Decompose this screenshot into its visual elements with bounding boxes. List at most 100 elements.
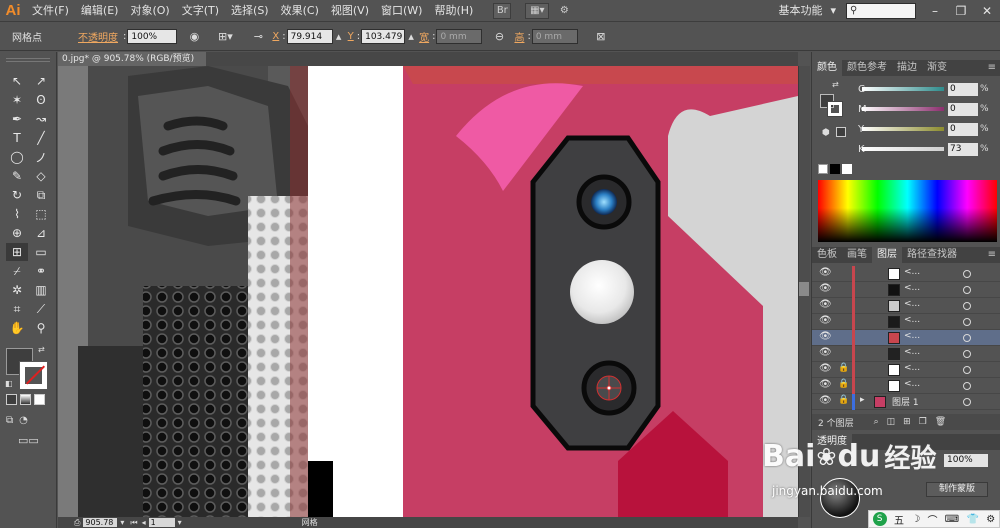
target-icon[interactable] [963, 270, 971, 278]
ime-keyboard-icon[interactable]: ⌨ [945, 514, 959, 525]
arrange-documents-icon[interactable]: ▦▾ [525, 2, 550, 19]
tab-color-guide[interactable]: 颜色参考 [842, 60, 892, 76]
menu-effect[interactable]: 效果(C) [275, 0, 325, 22]
recolor-icon[interactable]: ◉ [185, 28, 203, 46]
layer-name[interactable]: <... [904, 331, 920, 341]
artboard-canvas[interactable] [58, 66, 798, 517]
layer-name[interactable]: <... [904, 299, 920, 309]
target-icon[interactable] [963, 382, 971, 390]
pencil-tool-icon[interactable]: ✎ [6, 167, 28, 185]
ime-logo-icon[interactable]: S [872, 512, 887, 526]
tab-stroke[interactable]: 描边 [892, 60, 922, 76]
shape-builder-tool-icon[interactable]: ⊕ [6, 224, 28, 242]
gradient-mode-icon[interactable] [20, 394, 31, 405]
ime-settings-icon[interactable]: ⚙ [986, 514, 995, 525]
color-mode-icon[interactable] [6, 394, 17, 405]
layer-row[interactable]: 👁 <... [812, 298, 1000, 314]
layer-name[interactable]: <... [904, 379, 920, 389]
page-chevron-icon[interactable]: ▾ [178, 518, 182, 527]
target-icon[interactable] [963, 318, 971, 326]
black-input[interactable]: 73 [948, 142, 978, 156]
zoom-chevron-icon[interactable]: ▾ [120, 518, 124, 527]
warp-tool-icon[interactable]: ⌇ [6, 205, 28, 223]
magenta-input[interactable]: 0 [948, 102, 978, 116]
opacity-input[interactable]: 100% [127, 29, 178, 44]
menu-window[interactable]: 窗口(W) [375, 0, 428, 22]
layer-group-row[interactable]: 👁 🔒 ▸ 图层 1 [812, 394, 1000, 410]
tab-swatches[interactable]: 色板 [812, 247, 842, 263]
layer-row[interactable]: 👁 🔒 <... [812, 378, 1000, 394]
artboard-tool-icon[interactable]: ⌗ [6, 300, 28, 318]
x-label[interactable]: X [270, 31, 281, 42]
locate-object-icon[interactable]: ⌕ [874, 417, 879, 427]
tab-gradient[interactable]: 渐变 [922, 60, 952, 76]
layer-name[interactable]: <... [904, 315, 920, 325]
layer-row[interactable]: 👁 <... [812, 282, 1000, 298]
column-graph-tool-icon[interactable]: ▥ [30, 281, 52, 299]
draw-mode-icon[interactable]: ⧉ [6, 415, 13, 426]
bridge-button[interactable]: Br [493, 2, 512, 19]
target-icon[interactable] [963, 302, 971, 310]
direct-selection-tool-icon[interactable]: ↗ [30, 72, 52, 90]
transform-icon[interactable]: ⊠ [592, 28, 610, 46]
clipping-mask-icon[interactable]: ◫ [887, 417, 896, 427]
x-position-input[interactable]: 79.914 [286, 29, 333, 44]
layer-name[interactable]: <... [904, 267, 920, 277]
visibility-eye-icon[interactable]: 👁 [819, 283, 832, 294]
blend-tool-icon[interactable]: ⚭ [30, 262, 52, 280]
scale-tool-icon[interactable]: ⧉ [30, 186, 52, 204]
ime-skin-icon[interactable]: 👕 [967, 514, 979, 525]
minimize-icon[interactable]: – [922, 4, 948, 18]
y-stepper-icon[interactable]: ▴ [406, 28, 416, 46]
stroke-swatch[interactable] [19, 361, 48, 390]
y-position-input[interactable]: 103.479 [361, 29, 406, 44]
visibility-eye-icon[interactable]: 👁 [819, 395, 832, 406]
height-label[interactable]: 高 [511, 29, 526, 44]
target-icon[interactable] [963, 398, 971, 406]
visibility-eye-icon[interactable]: 👁 [819, 299, 832, 310]
target-icon[interactable] [963, 334, 971, 342]
symbol-sprayer-tool-icon[interactable]: ✲ [6, 281, 28, 299]
none-swatch[interactable] [818, 164, 828, 174]
ime-mode[interactable]: 五 [894, 512, 904, 527]
menu-type[interactable]: 文字(T) [176, 0, 225, 22]
none-mode-icon[interactable] [34, 394, 45, 405]
eraser-tool-icon[interactable]: ◇ [30, 167, 52, 185]
tab-layers[interactable]: 图层 [872, 247, 902, 263]
close-icon[interactable]: ✕ [974, 4, 1000, 18]
layer-row[interactable]: 👁 <... [812, 346, 1000, 362]
yellow-slider[interactable] [862, 127, 944, 131]
layer-row[interactable]: 👁 🔒 <... [812, 362, 1000, 378]
layer-name[interactable]: 图层 1 [892, 395, 919, 408]
lock-icon[interactable]: 🔒 [838, 395, 849, 405]
mesh-tool-icon[interactable]: ⊞ [6, 243, 28, 261]
new-layer-icon[interactable]: ❐ [919, 417, 927, 427]
ellipse-tool-icon[interactable]: ◯ [6, 148, 28, 166]
menu-file[interactable]: 文件(F) [26, 0, 75, 22]
layer-row[interactable]: 👁 <... [812, 330, 1000, 346]
scrollbar-thumb[interactable] [799, 282, 809, 296]
layer-row[interactable]: 👁 <... [812, 266, 1000, 282]
white-swatch[interactable] [842, 164, 852, 174]
selection-tool-icon[interactable]: ↖ [6, 72, 28, 90]
prev-page-icon[interactable]: ◂ [142, 518, 146, 527]
document-info-icon[interactable]: ⎙ [74, 518, 80, 528]
color-spectrum[interactable] [818, 180, 997, 242]
menu-view[interactable]: 视图(V) [325, 0, 375, 22]
pen-tool-icon[interactable]: ✒ [6, 110, 28, 128]
magenta-slider[interactable] [862, 107, 944, 111]
layer-name[interactable]: <... [904, 283, 920, 293]
layer-name[interactable]: <... [904, 347, 920, 357]
magic-wand-tool-icon[interactable]: ✶ [6, 91, 28, 109]
height-input[interactable]: 0 mm [531, 29, 578, 44]
eyedropper-tool-icon[interactable]: ⌿ [6, 262, 28, 280]
panel-grip[interactable] [6, 58, 50, 62]
chevron-down-icon[interactable]: ▾ [828, 0, 838, 22]
workspace-switcher[interactable]: 基本功能 [772, 0, 828, 22]
cyan-input[interactable]: 0 [948, 82, 978, 96]
tab-color[interactable]: 颜色 [812, 60, 842, 76]
swap-fill-stroke-icon[interactable]: ⇄ [38, 345, 45, 354]
gradient-tool-icon[interactable]: ▭ [30, 243, 52, 261]
layer-row[interactable]: 👁 <... [812, 314, 1000, 330]
layers-menu-icon[interactable]: ≡ [983, 247, 1000, 263]
